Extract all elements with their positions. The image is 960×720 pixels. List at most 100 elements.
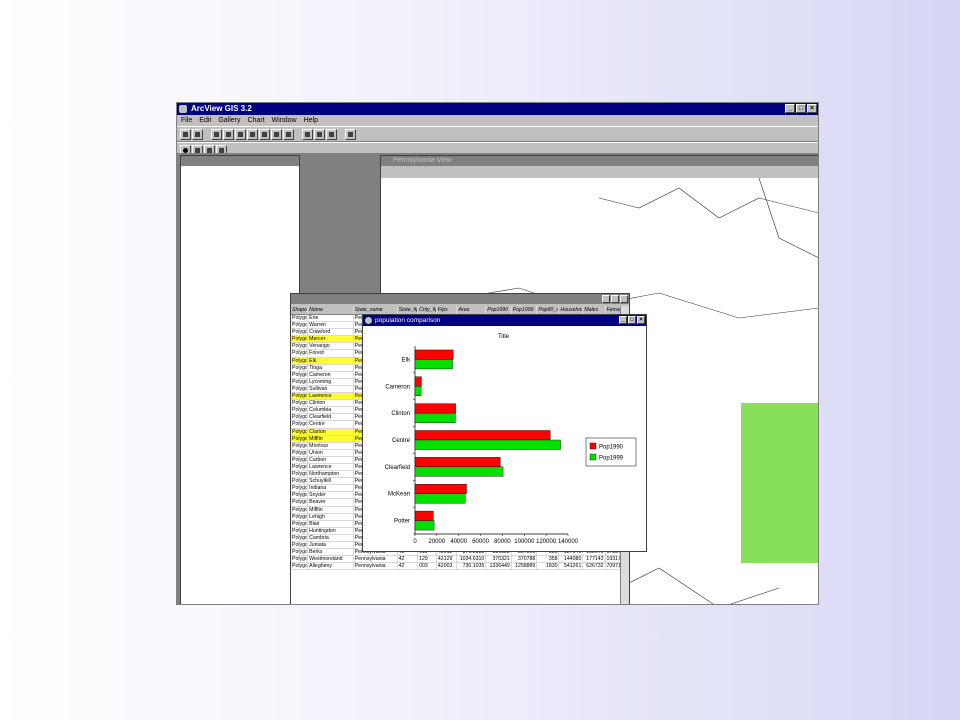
bar-pop1990 bbox=[414, 457, 501, 468]
table-cell: Polygon bbox=[292, 563, 309, 570]
table-cell: Polygon bbox=[292, 506, 309, 513]
table-row[interactable]: PolygonAlleghenyPennsylvania420034200373… bbox=[291, 563, 621, 571]
chart-title: Title bbox=[498, 334, 510, 340]
save-project-icon[interactable] bbox=[180, 128, 191, 140]
project-window-title-bar[interactable] bbox=[181, 156, 299, 166]
xy-scatter-icon[interactable] bbox=[283, 128, 294, 140]
bar-pop1990 bbox=[414, 430, 551, 441]
table-column-header[interactable]: Name bbox=[308, 306, 354, 314]
bar-pop1999 bbox=[414, 493, 466, 504]
column-chart-icon[interactable] bbox=[247, 128, 258, 140]
table-cell: Polygon bbox=[292, 449, 309, 456]
find-icon[interactable] bbox=[326, 128, 337, 140]
table-cell: Lehigh bbox=[308, 513, 354, 520]
table-cell: Polygon bbox=[292, 315, 309, 322]
bar-chart-icon[interactable] bbox=[235, 128, 246, 140]
chart-window-title-bar[interactable]: population comparison _ □ × bbox=[363, 315, 646, 326]
chart-minimize-icon[interactable]: _ bbox=[619, 316, 627, 324]
table-cell: Polygon bbox=[292, 322, 309, 329]
table-cell: Columbia bbox=[308, 407, 354, 414]
table-column-header[interactable]: Pop90_sqmi bbox=[537, 306, 560, 314]
menu-file[interactable]: File bbox=[181, 115, 192, 126]
table-cell: Polygon bbox=[292, 492, 309, 499]
table-cell: Pennsylvania bbox=[354, 556, 398, 563]
table-cell: Polygon bbox=[292, 385, 309, 393]
legend-swatch bbox=[589, 442, 597, 450]
chart-close-icon[interactable]: × bbox=[637, 316, 645, 324]
table-cell: Mifflin bbox=[308, 435, 354, 442]
table-cell: 42003 bbox=[437, 563, 458, 570]
chart-gallery-icon[interactable] bbox=[211, 128, 222, 140]
bar-pop1999 bbox=[414, 386, 422, 396]
table-column-header[interactable]: Males bbox=[583, 306, 606, 314]
maximize-icon[interactable]: □ bbox=[796, 104, 806, 113]
menu-gallery[interactable]: Gallery bbox=[218, 115, 240, 126]
series-columns-icon[interactable] bbox=[314, 128, 325, 140]
table-cell: Polygon bbox=[292, 456, 309, 463]
bar-pop1999 bbox=[414, 359, 453, 370]
table-window-title-bar[interactable] bbox=[291, 294, 629, 304]
bar-pop1999 bbox=[414, 520, 435, 531]
table-cell: Crawford bbox=[308, 329, 354, 336]
table-cell: Cambria bbox=[308, 534, 354, 541]
help-pointer-icon[interactable] bbox=[345, 128, 356, 140]
table-cell: Polygon bbox=[292, 428, 309, 435]
table-cell: Clearfield bbox=[308, 414, 354, 421]
table-minimize-icon[interactable] bbox=[602, 295, 610, 303]
area-chart-icon[interactable] bbox=[223, 128, 234, 140]
table-cell: 177143 bbox=[583, 556, 606, 563]
view-window-title[interactable]: Pennsylvania View bbox=[381, 156, 818, 166]
table-row[interactable]: PolygonWestmorelandPennsylvania421294212… bbox=[291, 556, 621, 564]
table-column-header[interactable]: Pop1990 bbox=[486, 306, 512, 314]
chart-window[interactable]: population comparison _ □ × Title 0 20000 4… bbox=[362, 314, 647, 552]
arcview-logo-icon bbox=[179, 105, 187, 113]
table-cell: Polygon bbox=[292, 471, 309, 478]
table-cell: Lawrence bbox=[308, 393, 354, 400]
close-icon[interactable]: × bbox=[807, 104, 817, 113]
table-cell: Forest bbox=[308, 350, 354, 357]
table-column-header[interactable]: Fips bbox=[437, 306, 458, 314]
minimize-icon[interactable]: _ bbox=[785, 104, 795, 113]
table-cell: Huntingdon bbox=[308, 527, 354, 534]
menu-help[interactable]: Help bbox=[304, 115, 318, 126]
menu-chart[interactable]: Chart bbox=[248, 115, 265, 126]
table-column-header[interactable]: Cnty_fips bbox=[418, 306, 437, 314]
table-column-header[interactable]: Shape bbox=[291, 306, 309, 314]
table-cell: Mifflin bbox=[308, 506, 354, 513]
chart-maximize-icon[interactable]: □ bbox=[628, 316, 636, 324]
table-cell: Polygon bbox=[292, 329, 309, 336]
menu-window[interactable]: Window bbox=[272, 115, 297, 126]
pie-chart-icon[interactable] bbox=[271, 128, 282, 140]
y-category-label: Elk bbox=[402, 357, 411, 363]
table-column-header[interactable]: Pop1999 bbox=[512, 306, 538, 314]
table-maximize-icon[interactable] bbox=[611, 295, 619, 303]
table-cell: 709717 bbox=[606, 563, 621, 570]
table-column-header[interactable]: Area bbox=[457, 306, 487, 314]
table-cell: Polygon bbox=[292, 414, 309, 421]
menu-edit[interactable]: Edit bbox=[199, 115, 211, 126]
series-rows-icon[interactable] bbox=[302, 128, 313, 140]
legend-swatch bbox=[589, 453, 597, 461]
line-chart-icon[interactable] bbox=[259, 128, 270, 140]
bar-pop1990 bbox=[414, 484, 467, 494]
table-cell: Erie bbox=[308, 315, 354, 322]
table-cell: Polygon bbox=[292, 499, 309, 506]
project-window[interactable] bbox=[180, 155, 300, 604]
table-cell: Polygon bbox=[292, 542, 309, 549]
table-cell: Polygon bbox=[292, 364, 309, 371]
table-column-header[interactable]: State_fips bbox=[398, 306, 419, 314]
table-column-header[interactable]: Femal bbox=[606, 306, 621, 314]
table-cell: Pennsylvania bbox=[354, 563, 398, 570]
table-column-header[interactable]: State_name bbox=[354, 306, 398, 314]
properties-icon[interactable] bbox=[192, 128, 203, 140]
table-column-header[interactable]: Households bbox=[559, 306, 584, 314]
legend-label: Pop1999 bbox=[599, 456, 624, 462]
x-tick-label: 20000 bbox=[429, 539, 446, 545]
table-cell: 541261 bbox=[559, 563, 584, 570]
table-close-icon[interactable] bbox=[620, 295, 628, 303]
table-cell: Polygon bbox=[292, 435, 309, 442]
population-bar-chart[interactable]: Title 0 20000 40000 60000 80000 100000 120000 14… bbox=[363, 326, 646, 550]
table-cell: Polygon bbox=[292, 549, 309, 556]
table-cell: Polygon bbox=[292, 527, 309, 534]
table-cell: 626732 bbox=[583, 563, 606, 570]
